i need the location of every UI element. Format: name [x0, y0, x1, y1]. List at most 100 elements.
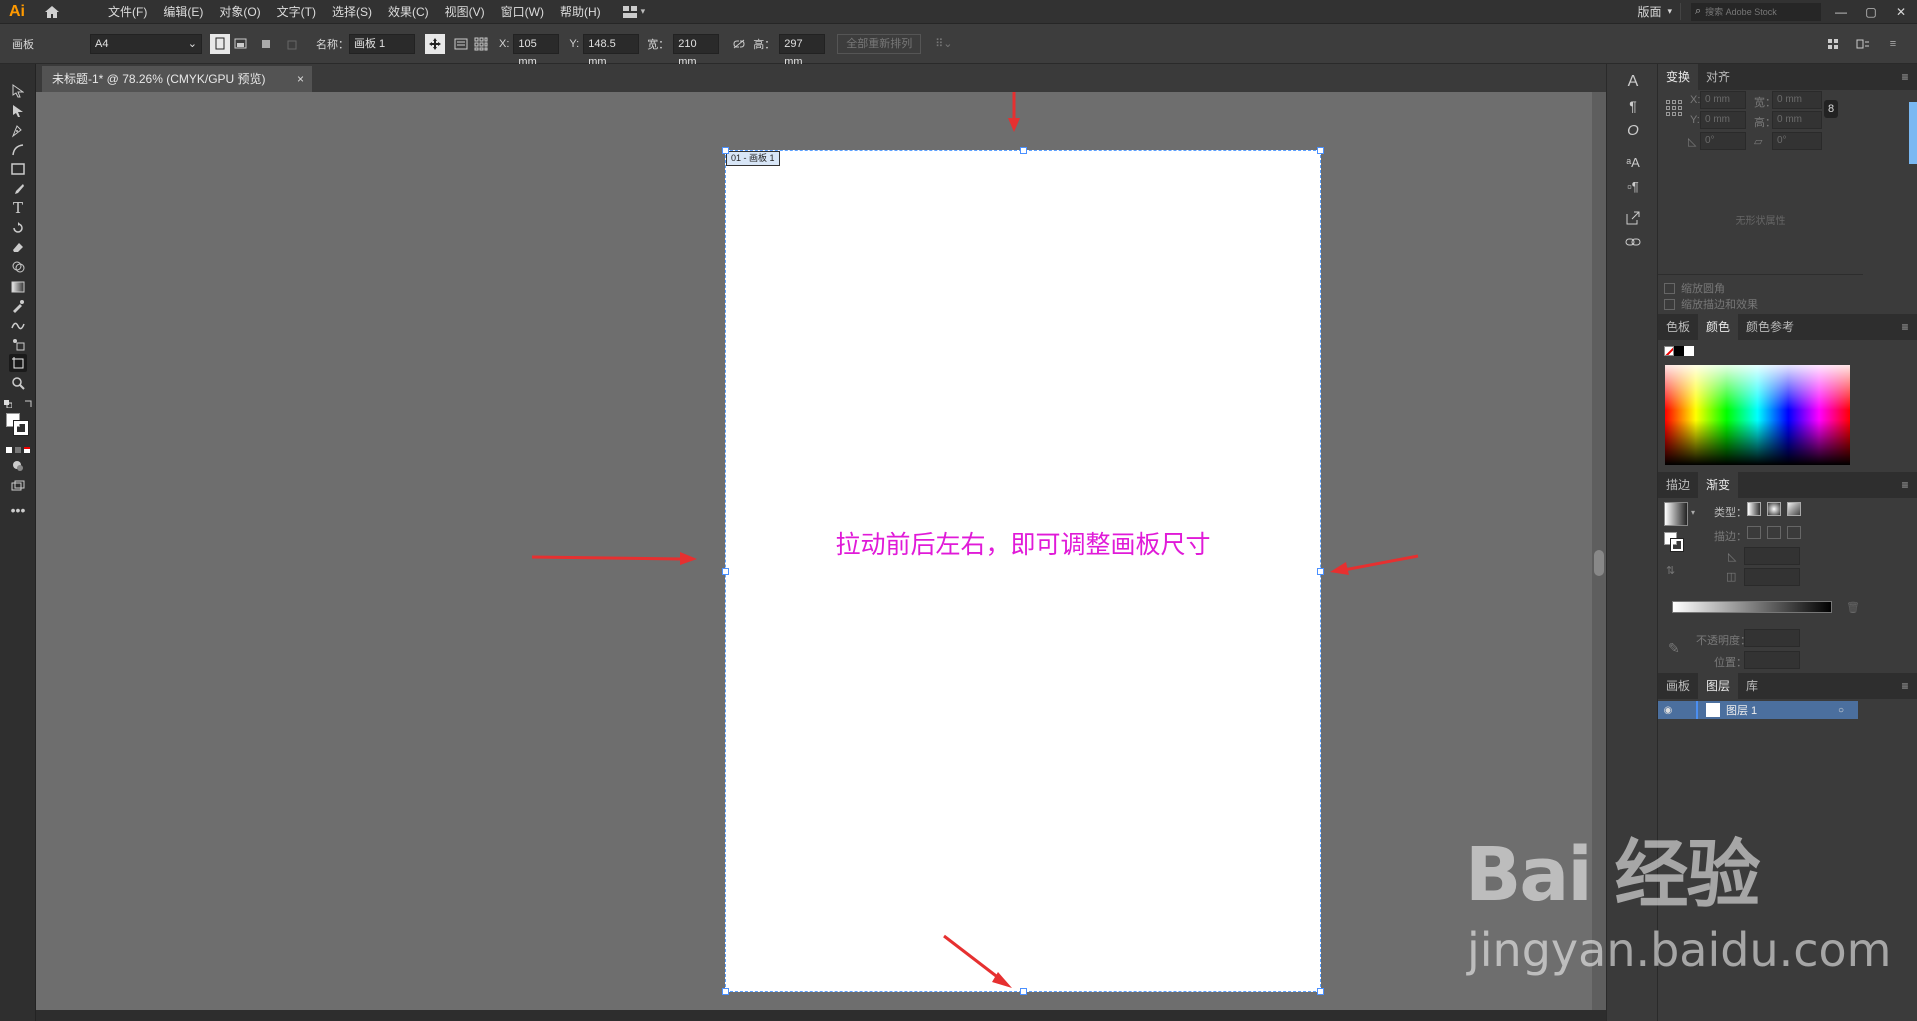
resize-handle-right[interactable]	[1317, 568, 1324, 575]
pen-tool-icon[interactable]	[9, 122, 27, 140]
home-icon[interactable]	[34, 5, 70, 19]
screen-mode-icon[interactable]	[9, 477, 27, 495]
align-icon[interactable]	[1823, 34, 1843, 54]
export-icon[interactable]	[1623, 208, 1643, 228]
menu-object[interactable]: 对象(O)	[211, 0, 268, 24]
resize-handle-bottom-left[interactable]	[722, 988, 729, 995]
resize-handle-bottom-right[interactable]	[1317, 988, 1324, 995]
color-spectrum[interactable]	[1665, 365, 1850, 465]
scroll-thumb[interactable]	[1594, 550, 1604, 576]
reference-point-icon[interactable]	[471, 34, 491, 54]
resize-handle-top[interactable]	[1020, 147, 1027, 154]
menu-file[interactable]: 文件(F)	[100, 0, 155, 24]
chevron-down-icon[interactable]: ▾	[1691, 508, 1695, 517]
linear-gradient-icon[interactable]	[1747, 502, 1761, 516]
position-input[interactable]	[1744, 651, 1800, 669]
constrain-proportions-icon[interactable]: 8	[1824, 100, 1838, 118]
curvature-tool-icon[interactable]	[9, 141, 27, 159]
draw-mode-icon[interactable]	[9, 457, 27, 475]
new-artboard-icon[interactable]	[256, 34, 276, 54]
shape-builder-tool-icon[interactable]	[9, 258, 27, 276]
close-window-button[interactable]: ✕	[1891, 5, 1911, 19]
tab-layers[interactable]: 图层	[1698, 673, 1739, 699]
distribute-icon[interactable]	[1853, 34, 1873, 54]
links-icon[interactable]	[1623, 232, 1643, 252]
landscape-icon[interactable]	[230, 34, 250, 54]
tab-color[interactable]: 颜色	[1698, 314, 1739, 340]
eraser-tool-icon[interactable]	[9, 238, 27, 256]
resize-handle-left[interactable]	[722, 568, 729, 575]
paragraph-styles-icon[interactable]: ▫¶	[1623, 176, 1643, 196]
transform-x-input[interactable]: 0 mm	[1700, 91, 1746, 109]
gradient-tool-icon[interactable]	[9, 278, 27, 296]
menu-effect[interactable]: 效果(C)	[380, 0, 437, 24]
menu-list-icon[interactable]: ≡	[1883, 34, 1903, 54]
direct-selection-tool-icon[interactable]	[9, 102, 27, 120]
aspect-ratio-input[interactable]	[1744, 568, 1800, 586]
tab-gradient[interactable]: 渐变	[1698, 472, 1739, 498]
stroke-gradient-icons[interactable]	[1747, 526, 1801, 539]
vertical-scrollbar[interactable]	[1592, 92, 1606, 1021]
fill-stroke-icon[interactable]	[6, 413, 30, 437]
grid-options-icon[interactable]: ⠿⌄	[935, 37, 952, 50]
document-tab[interactable]: 未标题-1* @ 78.26% (CMYK/GPU 预览) ×	[42, 66, 312, 92]
tab-swatches[interactable]: 色板	[1658, 314, 1698, 340]
canvas[interactable]: 01 - 画板 1 拉动前后左右，即可调整画板尺寸	[36, 92, 1606, 1021]
character-styles-icon[interactable]: ᵃA	[1623, 152, 1643, 172]
eyedropper-tool-icon[interactable]	[9, 297, 27, 315]
type-tool-icon[interactable]: T	[9, 199, 27, 217]
resize-handle-bottom[interactable]	[1020, 988, 1027, 995]
scroll-indicator[interactable]	[1909, 102, 1917, 164]
target-icon[interactable]: ○	[1838, 705, 1844, 716]
character-panel-icon[interactable]: A	[1623, 72, 1643, 92]
artboard-name-input[interactable]: 画板 1	[349, 33, 415, 54]
gradient-slider[interactable]	[1672, 601, 1832, 613]
layer-row[interactable]: ◉ 图层 1 ○	[1658, 701, 1858, 719]
blend-tool-icon[interactable]	[9, 316, 27, 334]
artboard-options-icon[interactable]	[451, 34, 471, 54]
delete-artboard-icon[interactable]	[282, 34, 302, 54]
menu-window[interactable]: 窗口(W)	[493, 0, 552, 24]
shear-angle-input[interactable]: 0°	[1772, 132, 1822, 150]
height-input[interactable]: 297 mm	[779, 33, 826, 68]
delete-stop-icon[interactable]: 🗑	[1846, 601, 1860, 614]
menu-edit[interactable]: 编辑(E)	[155, 0, 211, 24]
tab-align[interactable]: 对齐	[1698, 64, 1738, 90]
rotate-angle-input[interactable]: 0°	[1700, 132, 1746, 150]
preset-dropdown[interactable]: A4 ⌄	[90, 33, 202, 54]
close-icon[interactable]: ×	[297, 66, 304, 92]
rearrange-all-button[interactable]: 全部重新排列	[837, 33, 922, 54]
transform-w-input[interactable]: 0 mm	[1772, 91, 1822, 109]
transform-reference-icon[interactable]	[1666, 100, 1682, 116]
tab-color-guide[interactable]: 颜色参考	[1738, 314, 1802, 340]
none-black-white-swatches[interactable]	[1664, 346, 1694, 356]
link-proportions-icon[interactable]	[729, 34, 749, 54]
scale-strokes-checkbox[interactable]: 缩放描边和效果	[1664, 296, 1758, 312]
tab-artboards[interactable]: 画板	[1658, 673, 1698, 699]
visibility-icon[interactable]: ◉	[1658, 705, 1678, 716]
portrait-icon[interactable]	[210, 33, 230, 54]
menu-type[interactable]: 文字(T)	[269, 0, 324, 24]
gradient-angle-input[interactable]	[1744, 547, 1800, 565]
panel-menu-icon[interactable]: ≡	[1893, 673, 1917, 699]
maximize-button[interactable]: ▢	[1861, 5, 1881, 19]
more-tools-icon[interactable]: •••	[9, 501, 27, 519]
opentype-panel-icon[interactable]: O	[1623, 120, 1643, 140]
resize-handle-top-right[interactable]	[1317, 147, 1324, 154]
transform-h-input[interactable]: 0 mm	[1772, 111, 1822, 129]
tab-stroke[interactable]: 描边	[1658, 472, 1698, 498]
panel-menu-icon[interactable]: ≡	[1893, 64, 1917, 90]
transform-y-input[interactable]: 0 mm	[1700, 111, 1746, 129]
fill-stroke-toggle[interactable]	[1664, 532, 1684, 552]
radial-gradient-icon[interactable]	[1767, 502, 1781, 516]
y-input[interactable]: 148.5 mm	[583, 33, 640, 68]
gradient-eyedropper-icon[interactable]: ✎	[1668, 640, 1680, 657]
gradient-preview[interactable]	[1664, 502, 1688, 526]
freeform-gradient-icon[interactable]	[1787, 502, 1801, 516]
menu-view[interactable]: 视图(V)	[437, 0, 493, 24]
rotate-tool-icon[interactable]	[9, 219, 27, 237]
symbol-sprayer-icon[interactable]	[9, 335, 27, 353]
selection-tool-icon[interactable]	[9, 82, 27, 100]
arrange-documents-icon[interactable]: ▾	[622, 5, 645, 18]
tab-transform[interactable]: 变换	[1658, 64, 1699, 90]
